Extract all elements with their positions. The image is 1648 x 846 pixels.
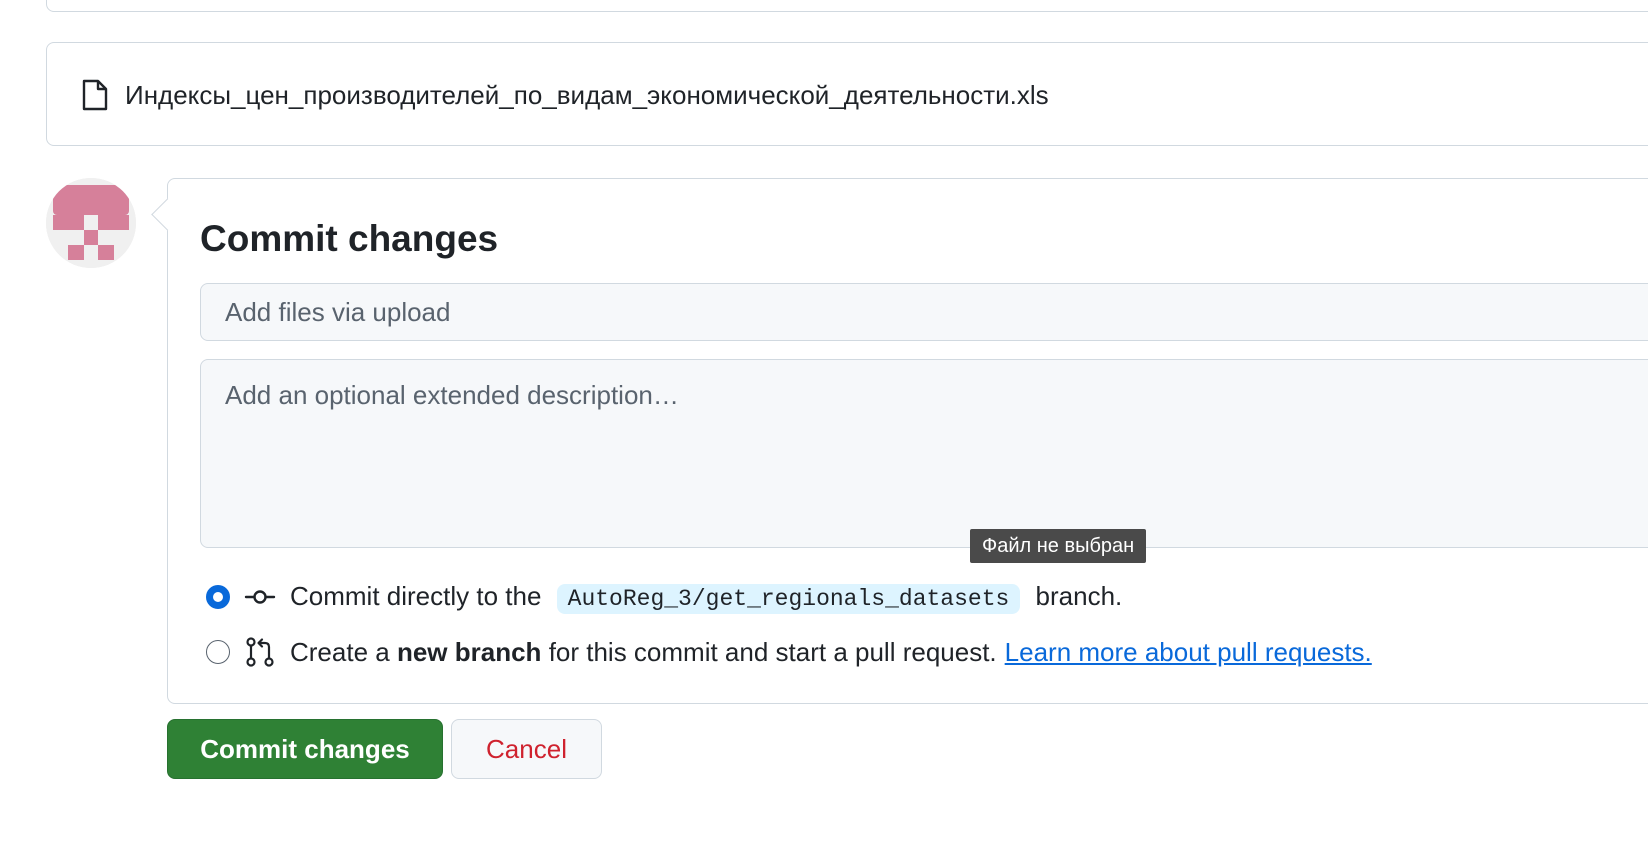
commit-description-input[interactable]: [200, 359, 1648, 548]
git-pull-request-icon: [246, 637, 274, 667]
commit-direct-prefix: Commit directly to the: [290, 580, 542, 611]
learn-more-link[interactable]: Learn more about pull requests.: [1005, 637, 1372, 667]
file-icon: [82, 79, 108, 111]
new-branch-strong: new branch: [396, 637, 542, 667]
commit-direct-option[interactable]: Commit directly to the AutoReg_3/get_reg…: [206, 580, 1122, 614]
speech-caret: [151, 198, 184, 231]
file-tooltip: Файл не выбран: [970, 529, 1147, 563]
new-branch-option[interactable]: Create a new branch for this commit and …: [206, 635, 1372, 669]
avatar[interactable]: [46, 178, 136, 268]
new-branch-suffix: for this commit and start a pull request…: [548, 637, 997, 667]
new-branch-radio[interactable]: [206, 640, 230, 664]
new-branch-label: Create a new branch for this commit and …: [290, 635, 1372, 669]
commit-direct-label: Commit directly to the AutoReg_3/get_reg…: [290, 579, 1122, 616]
identicon-avatar: [46, 178, 136, 268]
commit-summary-input[interactable]: [200, 283, 1648, 341]
cancel-button[interactable]: Cancel: [451, 719, 602, 779]
uploaded-file-row: Индексы_цен_производителей_по_видам_экон…: [46, 42, 1648, 146]
new-branch-prefix: Create a: [290, 637, 390, 667]
file-name: Индексы_цен_производителей_по_видам_экон…: [125, 80, 1049, 110]
commit-form: Commit changes Commit directly to the Au…: [151, 178, 1648, 704]
branch-name: AutoReg_3/get_regionals_datasets: [556, 583, 1021, 614]
commit-direct-suffix: branch.: [1035, 580, 1123, 611]
commit-changes-button[interactable]: Commit changes: [167, 719, 443, 779]
git-commit-icon: [244, 590, 276, 604]
commit-title: Commit changes: [200, 218, 499, 259]
previous-panel: [46, 0, 1648, 12]
commit-direct-radio[interactable]: [206, 585, 230, 609]
